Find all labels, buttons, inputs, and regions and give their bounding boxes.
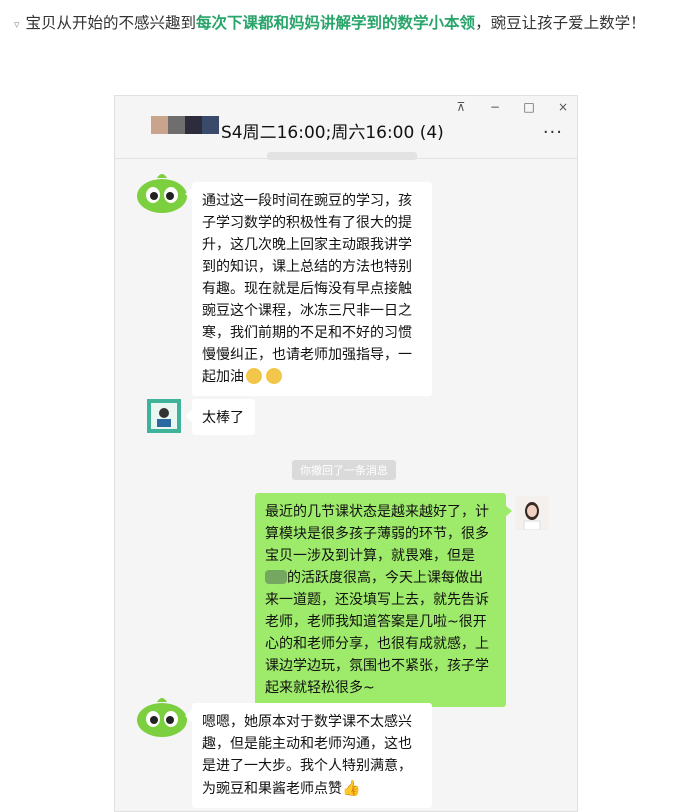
muscle-emoji-icon <box>266 368 282 384</box>
message-bubble-parent-2[interactable]: 嗯嗯，她原本对于数学课不太感兴趣，但是能主动和老师沟通，这也是进了一大步。我个人… <box>192 703 432 808</box>
message-bubble-parent-1[interactable]: 通过这一段时间在豌豆的学习，孩子学习数学的积极性有了很大的提升，这几次晚上回家主… <box>192 182 432 396</box>
caption-text-1: 宝贝从开始的不感兴趣到 <box>25 14 197 32</box>
more-options-icon[interactable]: ··· <box>543 122 563 143</box>
caption-highlight: 每次下课都和妈妈讲解学到的数学小本领 <box>196 14 476 32</box>
message-bubble-teacher-1[interactable]: 太棒了 <box>192 399 255 435</box>
article-caption: ▿ 宝贝从开始的不感兴趣到每次下课都和妈妈讲解学到的数学小本领，豌豆让孩子爱上数学… <box>14 8 678 40</box>
chat-title: S4周二16:00;周六16:00 (4) <box>221 123 444 143</box>
message-bubble-self[interactable]: 最近的几节课状态是越来越好了，计算模块是很多孩子薄弱的环节，很多宝贝一涉及到计算… <box>255 493 506 707</box>
chat-window: ⊼ − □ × S4周二16:00;周六16:00 (4) ··· 通过这一段时… <box>114 95 578 812</box>
muscle-emoji-icon <box>246 368 262 384</box>
bullet-icon: ▿ <box>14 18 20 31</box>
redacted-name-mosaic <box>151 116 219 134</box>
teacher-avatar-icon[interactable] <box>147 399 181 433</box>
message-text: 最近的几节课状态是越来越好了，计算模块是很多孩子薄弱的环节，很多宝贝一涉及到计算… <box>265 504 489 564</box>
message-text: 通过这一段时间在豌豆的学习，孩子学习数学的积极性有了很大的提升，这几次晚上回家主… <box>202 193 412 385</box>
minimize-button[interactable]: − <box>487 100 503 114</box>
mascot-avatar-icon[interactable] <box>135 168 189 214</box>
partial-system-message <box>267 152 417 160</box>
close-button[interactable]: × <box>555 100 571 114</box>
title-bar: ⊼ − □ × S4周二16:00;周六16:00 (4) ··· <box>115 96 577 159</box>
self-avatar-icon[interactable] <box>515 496 549 530</box>
thumbs-up-icon: 👍 <box>342 779 361 797</box>
caption-text-2: ，豌豆让孩子爱上数学！ <box>475 14 646 32</box>
message-text: 的活跃度很高，今天上课每做出来一道题，还没填写上去，就先告诉老师，老师我知道答案… <box>265 570 489 696</box>
recall-system-message: 你撤回了一条消息 <box>292 460 396 480</box>
mascot-avatar-icon[interactable] <box>135 692 189 738</box>
pin-icon[interactable]: ⊼ <box>453 100 469 114</box>
message-text: 嗯嗯，她原本对于数学课不太感兴趣，但是能主动和老师沟通，这也是进了一大步。我个人… <box>202 714 412 797</box>
maximize-button[interactable]: □ <box>521 100 537 114</box>
redacted-name-mosaic <box>265 570 287 584</box>
